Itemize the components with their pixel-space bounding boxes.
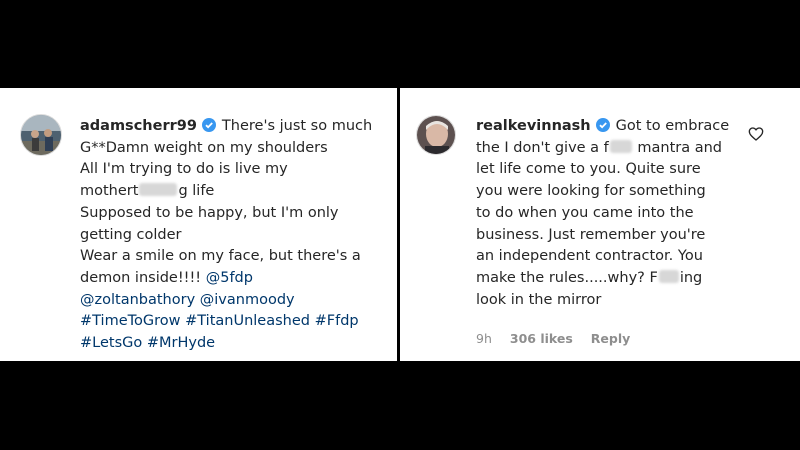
verified-badge-icon bbox=[595, 118, 610, 132]
comment-line: All I'm trying to do is live my bbox=[80, 161, 288, 178]
comment-time: 9h bbox=[476, 331, 492, 346]
reply-button[interactable]: Reply bbox=[591, 331, 630, 346]
censored-blur bbox=[658, 269, 679, 283]
adamscherr99-username[interactable]: adamscherr99 bbox=[80, 118, 197, 134]
comment-line: There's just so much bbox=[221, 118, 373, 134]
realkevinnash-username[interactable]: realkevinnash bbox=[476, 118, 591, 134]
comment-line: g life bbox=[178, 183, 215, 200]
mention-zoltanbathory[interactable]: @zoltanbathory bbox=[80, 292, 195, 308]
adamscherr99-avatar[interactable] bbox=[20, 114, 62, 156]
comment-line: mantra and bbox=[637, 139, 723, 156]
comment-line: ing bbox=[679, 269, 703, 286]
right-comment-panel: realkevinnash Got to embrace the I don't … bbox=[400, 88, 800, 361]
comment-line: you were looking for something bbox=[476, 183, 706, 200]
hashtag-letsgo[interactable]: #LetsGo bbox=[80, 335, 142, 351]
comment-line: G**Damn weight on my shoulders bbox=[80, 139, 328, 156]
hashtag-titanunleashed[interactable]: #TitanUnleashed bbox=[185, 313, 310, 329]
avatar-photo bbox=[417, 116, 455, 154]
comment-line: demon inside!!!! bbox=[80, 269, 202, 286]
left-comment-text: adamscherr99 There's just so much G**Damn… bbox=[80, 116, 372, 355]
comment-line: getting colder bbox=[80, 226, 182, 243]
comment-line: Got to embrace bbox=[615, 118, 730, 134]
left-comment-panel: adamscherr99 There's just so much G**Damn… bbox=[0, 88, 397, 361]
comment-line: Wear a smile on my face, but there's a bbox=[80, 248, 361, 265]
comment-line: let life come to you. Quite sure bbox=[476, 161, 701, 178]
comment-line: Supposed to be happy, but I'm only bbox=[80, 204, 339, 221]
realkevinnash-avatar[interactable] bbox=[416, 115, 456, 155]
likes-count[interactable]: 306 likes bbox=[510, 331, 573, 346]
comment-line: business. Just remember you're bbox=[476, 226, 706, 243]
mention-ivanmoody[interactable]: @ivanmoody bbox=[200, 292, 295, 308]
hashtag-timetogrow[interactable]: #TimeToGrow bbox=[80, 313, 181, 329]
comment-line: the I don't give a f bbox=[476, 139, 609, 156]
verified-badge-icon bbox=[201, 118, 216, 132]
censored-blur bbox=[609, 139, 632, 153]
comment-line: make the rules.....why? F bbox=[476, 269, 658, 286]
avatar-photo bbox=[21, 115, 61, 155]
comment-line: to do when you came into the bbox=[476, 204, 694, 221]
mention-5fdp[interactable]: @5fdp bbox=[206, 270, 253, 286]
right-comment-text: realkevinnash Got to embrace the I don't … bbox=[476, 116, 732, 311]
hashtag-ffdp[interactable]: #Ffdp bbox=[315, 313, 359, 329]
heart-icon[interactable] bbox=[748, 126, 764, 142]
comment-line: look in the mirror bbox=[476, 291, 602, 308]
comment-meta: 9h 306 likes Reply bbox=[476, 331, 644, 346]
censored-blur bbox=[139, 183, 178, 197]
hashtag-mrhyde[interactable]: #MrHyde bbox=[147, 335, 215, 351]
comment-line: mothert bbox=[80, 183, 139, 200]
comment-line: an independent contractor. You bbox=[476, 248, 703, 265]
